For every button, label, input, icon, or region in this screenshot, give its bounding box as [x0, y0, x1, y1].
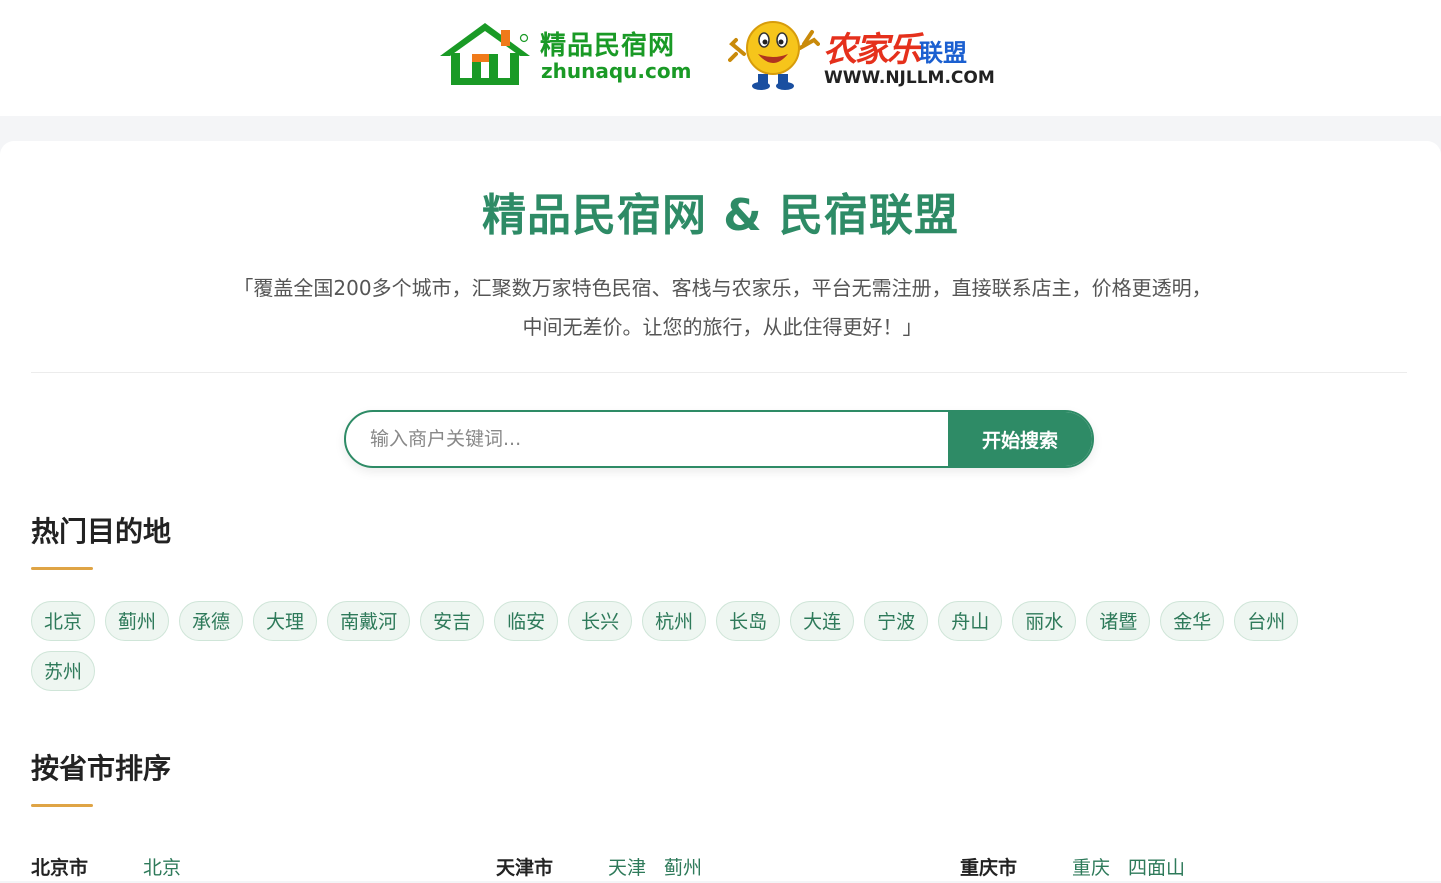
hero-description: 「覆盖全国200多个城市，汇聚数万家特色民宿、客栈与农家乐，平台无需注册，直接联…	[233, 276, 1212, 339]
page-title: 精品民宿网 & 民宿联盟	[481, 190, 959, 241]
search-button[interactable]: 开始搜索	[948, 412, 1092, 466]
zhunaqu-logo-en: zhunaqu.com	[541, 59, 692, 83]
destination-tag[interactable]: 大理	[253, 601, 318, 641]
house-logo-icon	[440, 23, 530, 85]
smiley-mascot-icon	[728, 21, 820, 90]
destination-tag[interactable]: 丽水	[1012, 601, 1077, 641]
destination-tag[interactable]: 宁波	[864, 601, 929, 641]
destination-tag[interactable]: 大连	[790, 601, 855, 641]
njllm-logo-en: WWW.NJLLM.COM	[824, 68, 995, 88]
hot-destination-tags: 北京 蓟州 承德 大理 南戴河 安吉 临安 长兴 杭州 长岛 大连 宁波 舟山 丽水 诸暨 金华 台州苏州	[31, 601, 1381, 701]
hot-destinations-title: 热门目的地	[31, 515, 172, 548]
site-header: 精品民宿网 zhunaqu.com 农家乐联盟 WWW.NJLLM.COM	[0, 0, 1441, 116]
destination-tag[interactable]: 临安	[494, 601, 559, 641]
zhunaqu-logo[interactable]: 精品民宿网 zhunaqu.com	[438, 20, 692, 88]
destination-tag[interactable]: 长岛	[716, 601, 781, 641]
city-link[interactable]: 天津	[608, 857, 646, 879]
divider	[31, 372, 1407, 373]
province-name: 重庆市	[960, 857, 1018, 879]
main-card: 精品民宿网 & 民宿联盟 「覆盖全国200多个城市，汇聚数万家特色民宿、客栈与农…	[0, 141, 1441, 881]
destination-tag[interactable]: 蓟州	[105, 601, 170, 641]
section-underline	[31, 804, 93, 807]
destination-tag[interactable]: 承德	[179, 601, 244, 641]
by-province-title: 按省市排序	[31, 752, 172, 785]
province-row: 天津市 天津 蓟州	[496, 853, 720, 883]
destination-tag[interactable]: 舟山	[938, 601, 1003, 641]
province-row: 北京市 北京	[31, 853, 199, 883]
zhunaqu-logo-cn: 精品民宿网	[540, 31, 676, 61]
province-row: 重庆市 重庆 四面山	[960, 853, 1203, 883]
destination-tag[interactable]: 台州	[1234, 601, 1299, 641]
city-link[interactable]: 北京	[143, 857, 181, 879]
city-link[interactable]: 重庆	[1072, 857, 1110, 879]
province-name: 北京市	[31, 857, 89, 879]
destination-tag[interactable]: 长兴	[568, 601, 633, 641]
destination-tag[interactable]: 诸暨	[1086, 601, 1151, 641]
search-bar: 开始搜索	[344, 410, 1094, 468]
destination-tag[interactable]: 南戴河	[327, 601, 411, 641]
city-link[interactable]: 蓟州	[664, 857, 702, 879]
destination-tag[interactable]: 苏州	[31, 651, 96, 691]
section-underline	[31, 567, 93, 570]
destination-tag[interactable]: 安吉	[420, 601, 485, 641]
destination-tag[interactable]: 金华	[1160, 601, 1225, 641]
njllm-logo-cn-sub: 联盟	[919, 39, 967, 67]
province-name: 天津市	[496, 857, 554, 879]
njllm-logo-cn-main: 农家乐	[823, 30, 921, 70]
search-input[interactable]	[346, 412, 950, 466]
city-link[interactable]: 四面山	[1128, 857, 1185, 879]
destination-tag[interactable]: 杭州	[642, 601, 707, 641]
destination-tag[interactable]: 北京	[31, 601, 96, 641]
njllm-logo[interactable]: 农家乐联盟 WWW.NJLLM.COM	[728, 14, 1000, 94]
